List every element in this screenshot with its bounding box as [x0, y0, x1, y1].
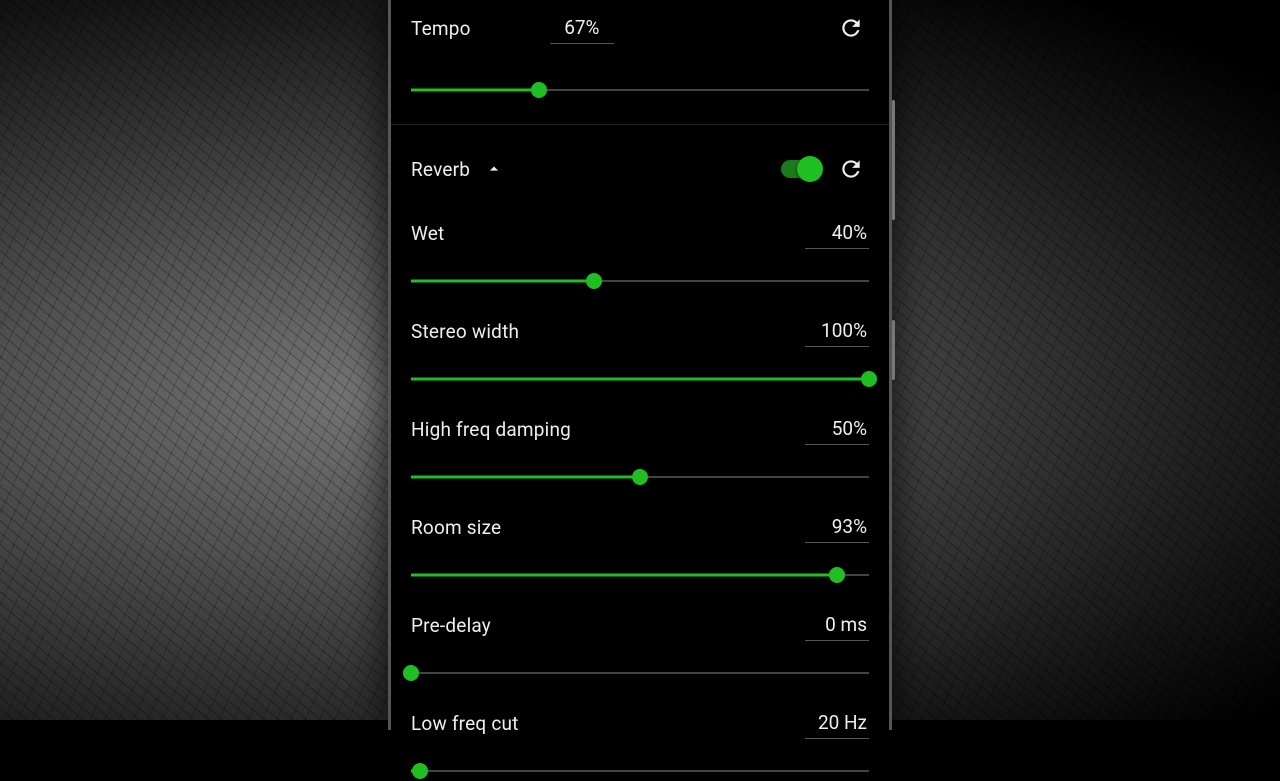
param-label: Pre-delay: [411, 614, 491, 637]
divider: [391, 124, 889, 125]
param-value[interactable]: 100%: [805, 315, 869, 347]
reverb-collapse-button[interactable]: [484, 159, 504, 179]
param-low-freq-cut: Low freq cut 20 Hz: [411, 707, 869, 781]
tempo-value[interactable]: 67%: [550, 12, 614, 44]
param-stereo-width: Stereo width 100%: [411, 315, 869, 389]
chevron-up-icon: [484, 159, 504, 179]
param-label: Wet: [411, 222, 444, 245]
reverb-header: Reverb: [411, 139, 869, 199]
phone-frame: Tempo 67% Reverb: [388, 0, 892, 730]
settings-screen: Tempo 67% Reverb: [391, 0, 889, 730]
param-slider[interactable]: [411, 467, 869, 487]
param-label: High freq damping: [411, 418, 571, 441]
reverb-params: Wet 40% Stereo width 100% High freq damping 5…: [411, 217, 869, 781]
param-room-size: Room size 93%: [411, 511, 869, 585]
tempo-label: Tempo: [411, 17, 471, 40]
param-wet: Wet 40%: [411, 217, 869, 291]
tempo-header: Tempo 67%: [411, 0, 869, 58]
refresh-icon: [838, 15, 864, 41]
tempo-reset-button[interactable]: [833, 10, 869, 46]
side-button: [892, 320, 895, 380]
param-slider[interactable]: [411, 369, 869, 389]
param-value[interactable]: 40%: [805, 217, 869, 249]
param-slider[interactable]: [411, 761, 869, 781]
reverb-toggle[interactable]: [781, 160, 821, 178]
param-label: Low freq cut: [411, 712, 519, 735]
side-button: [892, 100, 895, 220]
param-value[interactable]: 0 ms: [805, 609, 869, 641]
param-pre-delay: Pre-delay 0 ms: [411, 609, 869, 683]
tempo-slider[interactable]: [411, 80, 869, 100]
reverb-title: Reverb: [411, 158, 470, 181]
refresh-icon: [838, 156, 864, 182]
param-slider[interactable]: [411, 663, 869, 683]
param-slider[interactable]: [411, 565, 869, 585]
param-label: Room size: [411, 516, 501, 539]
param-value[interactable]: 20 Hz: [805, 707, 869, 739]
reverb-reset-button[interactable]: [833, 151, 869, 187]
param-high-freq-damping: High freq damping 50%: [411, 413, 869, 487]
param-value[interactable]: 50%: [805, 413, 869, 445]
param-label: Stereo width: [411, 320, 519, 343]
param-slider[interactable]: [411, 271, 869, 291]
param-value[interactable]: 93%: [805, 511, 869, 543]
